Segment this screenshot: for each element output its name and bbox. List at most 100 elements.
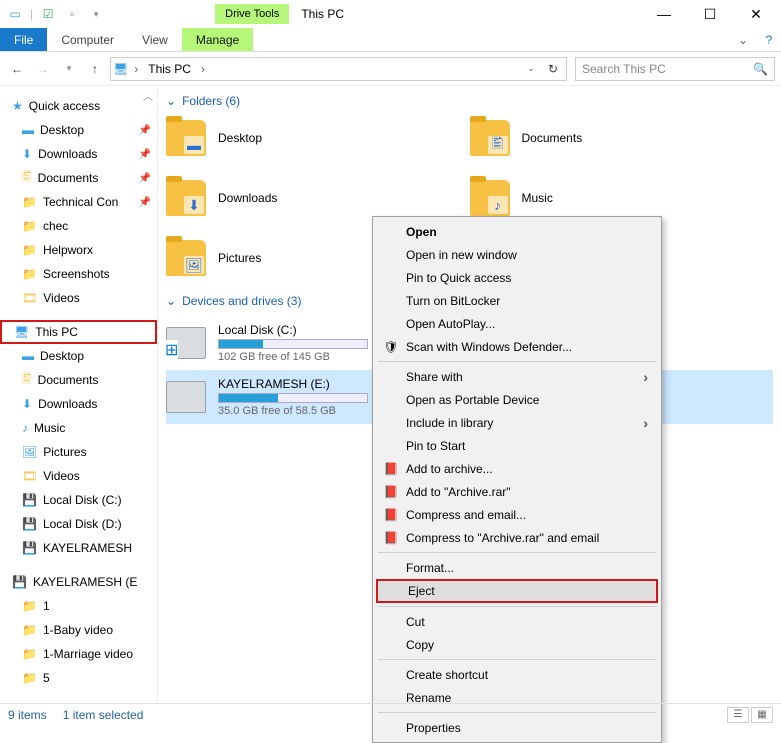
navigation-pane: ︿ ★Quick access ▬Desktop📌 ⬇Downloads📌 🖺D… bbox=[0, 86, 158, 703]
desktop-icon: ▬ bbox=[184, 136, 204, 154]
view-tab[interactable]: View bbox=[128, 28, 182, 51]
folder-icon: 📁 bbox=[22, 267, 37, 281]
folder-icon: 📁 bbox=[22, 647, 37, 661]
sidebar-item-downloads2[interactable]: ⬇Downloads bbox=[0, 392, 157, 416]
sidebar-item-downloads[interactable]: ⬇Downloads📌 bbox=[0, 142, 157, 166]
cm-autoplay[interactable]: Open AutoPlay... bbox=[376, 312, 658, 335]
search-input[interactable]: Search This PC 🔍 bbox=[575, 57, 775, 81]
cm-add-archive[interactable]: 📕Add to archive... bbox=[376, 457, 658, 480]
cm-compress-email[interactable]: 📕Compress and email... bbox=[376, 503, 658, 526]
cm-open[interactable]: Open bbox=[376, 220, 658, 243]
folder-icon: 📁 bbox=[22, 219, 37, 233]
help-icon[interactable]: ? bbox=[757, 28, 781, 51]
cm-add-rar[interactable]: 📕Add to "Archive.rar" bbox=[376, 480, 658, 503]
sidebar-item-documents[interactable]: 🖺Documents📌 bbox=[0, 166, 157, 190]
chevron-right-icon[interactable]: › bbox=[199, 62, 207, 76]
sidebar-kayel-group[interactable]: 💾KAYELRAMESH (E bbox=[0, 570, 157, 594]
minimize-button[interactable]: — bbox=[641, 0, 687, 28]
cm-include-library[interactable]: Include in library bbox=[376, 411, 658, 434]
download-icon: ⬇ bbox=[22, 147, 32, 161]
sidebar-item-local-c[interactable]: 💾Local Disk (C:) bbox=[0, 488, 157, 512]
drive-icon: 💾 bbox=[12, 575, 27, 589]
close-button[interactable]: ✕ bbox=[733, 0, 779, 28]
drive-free-text: 102 GB free of 145 GB bbox=[218, 351, 368, 363]
chevron-down-icon: ⌄ bbox=[166, 294, 176, 308]
folder-icon: 📁 bbox=[22, 195, 37, 209]
window-title: This PC bbox=[301, 7, 344, 21]
desktop-icon: ▬ bbox=[22, 349, 34, 363]
scroll-up-icon[interactable]: ︿ bbox=[143, 88, 153, 103]
folder-desktop[interactable]: ▬Desktop bbox=[166, 116, 470, 160]
archive-icon: 📕 bbox=[382, 462, 400, 476]
sidebar-item-kayel[interactable]: 💾KAYELRAMESH bbox=[0, 536, 157, 560]
recent-dropdown-icon[interactable]: ▾ bbox=[58, 58, 80, 80]
folder-documents[interactable]: 🖺Documents bbox=[470, 116, 774, 160]
pc-icon: 🖥 bbox=[14, 325, 29, 339]
drive-icon: 💾 bbox=[22, 541, 37, 555]
refresh-icon[interactable]: ↻ bbox=[542, 58, 564, 80]
ribbon-tabs: File Computer View Manage ⌄ ? bbox=[0, 28, 781, 52]
folder-downloads[interactable]: ⬇Downloads bbox=[166, 176, 470, 220]
qat-dropdown-icon[interactable]: ▾ bbox=[87, 5, 105, 23]
sidebar-quick-access[interactable]: ★Quick access bbox=[0, 94, 157, 118]
sidebar-item-videos[interactable]: 🎞Videos bbox=[0, 286, 157, 310]
qat-new-icon[interactable]: ▫ bbox=[63, 5, 81, 23]
sidebar-item-helpworx[interactable]: 📁Helpworx bbox=[0, 238, 157, 262]
sidebar-item-videos2[interactable]: 🎞Videos bbox=[0, 464, 157, 488]
sidebar-item-marriage[interactable]: 📁1-Marriage video bbox=[0, 642, 157, 666]
cm-pin-quick-access[interactable]: Pin to Quick access bbox=[376, 266, 658, 289]
cm-share-with[interactable]: Share with bbox=[376, 365, 658, 388]
sidebar-item-desktop[interactable]: ▬Desktop📌 bbox=[0, 118, 157, 142]
sidebar-item-screenshots[interactable]: 📁Screenshots bbox=[0, 262, 157, 286]
sidebar-item-pictures[interactable]: 🖼Pictures bbox=[0, 440, 157, 464]
cm-create-shortcut[interactable]: Create shortcut bbox=[376, 663, 658, 686]
cm-compress-rar-email[interactable]: 📕Compress to "Archive.rar" and email bbox=[376, 526, 658, 549]
cm-format[interactable]: Format... bbox=[376, 556, 658, 579]
folder-icon: 📁 bbox=[22, 599, 37, 613]
ribbon-collapse-icon[interactable]: ⌄ bbox=[735, 28, 751, 51]
picture-icon: 🖼 bbox=[22, 445, 37, 459]
cm-defender[interactable]: 🛡Scan with Windows Defender... bbox=[376, 335, 658, 358]
folder-icon: 🖺 bbox=[22, 168, 32, 189]
cm-open-new-window[interactable]: Open in new window bbox=[376, 243, 658, 266]
address-dropdown-icon[interactable]: ⌄ bbox=[520, 58, 542, 80]
sidebar-item-technical[interactable]: 📁Technical Con📌 bbox=[0, 190, 157, 214]
sidebar-item-music[interactable]: ♪Music bbox=[0, 416, 157, 440]
up-button[interactable]: ↑ bbox=[84, 58, 106, 80]
folder-icon: 📁 bbox=[22, 671, 37, 685]
archive-icon: 📕 bbox=[382, 485, 400, 499]
sidebar-item-documents2[interactable]: 🖺Documents bbox=[0, 368, 157, 392]
cm-bitlocker[interactable]: Turn on BitLocker bbox=[376, 289, 658, 312]
chevron-right-icon[interactable]: › bbox=[132, 62, 140, 76]
cm-pin-start[interactable]: Pin to Start bbox=[376, 434, 658, 457]
video-icon: 🎞 bbox=[22, 291, 37, 305]
sidebar-item-1[interactable]: 📁1 bbox=[0, 594, 157, 618]
sidebar-item-5[interactable]: 📁5 bbox=[0, 666, 157, 690]
address-bar[interactable]: 🖥 › This PC › ⌄ ↻ bbox=[110, 57, 567, 81]
sidebar-item-local-d[interactable]: 💾Local Disk (D:) bbox=[0, 512, 157, 536]
maximize-button[interactable]: ☐ bbox=[687, 0, 733, 28]
picture-icon: 🖼 bbox=[184, 256, 204, 274]
qat-properties-icon[interactable]: ☑ bbox=[39, 5, 57, 23]
file-tab[interactable]: File bbox=[0, 28, 47, 51]
view-large-button[interactable]: ▦ bbox=[751, 707, 773, 723]
back-button[interactable]: ← bbox=[6, 58, 28, 80]
archive-icon: 📕 bbox=[382, 508, 400, 522]
download-icon: ⬇ bbox=[184, 196, 204, 214]
folder-music[interactable]: ♪Music bbox=[470, 176, 774, 220]
section-folders[interactable]: ⌄Folders (6) bbox=[166, 94, 773, 108]
cm-copy[interactable]: Copy bbox=[376, 633, 658, 656]
breadcrumb-root[interactable]: This PC bbox=[144, 62, 195, 76]
cm-portable-device[interactable]: Open as Portable Device bbox=[376, 388, 658, 411]
cm-eject[interactable]: Eject bbox=[376, 579, 658, 603]
desktop-icon: ▬ bbox=[22, 123, 34, 137]
sidebar-this-pc[interactable]: 🖥This PC bbox=[0, 320, 157, 344]
manage-tab[interactable]: Manage bbox=[182, 28, 253, 51]
sidebar-item-desktop2[interactable]: ▬Desktop bbox=[0, 344, 157, 368]
sidebar-item-baby[interactable]: 📁1-Baby video bbox=[0, 618, 157, 642]
forward-button[interactable]: → bbox=[32, 58, 54, 80]
view-details-button[interactable]: ☰ bbox=[727, 707, 749, 723]
cm-cut[interactable]: Cut bbox=[376, 610, 658, 633]
computer-tab[interactable]: Computer bbox=[47, 28, 128, 51]
sidebar-item-chec[interactable]: 📁chec bbox=[0, 214, 157, 238]
